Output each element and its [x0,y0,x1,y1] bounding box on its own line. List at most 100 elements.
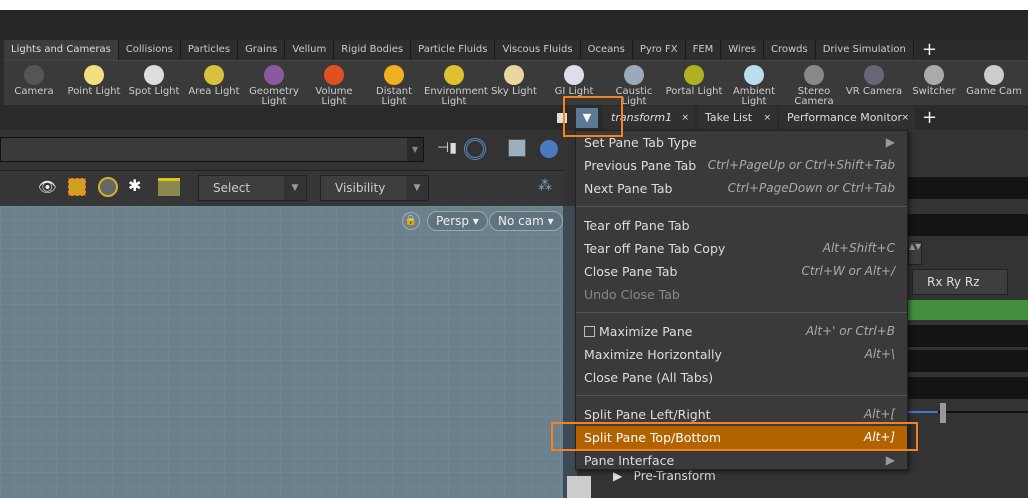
menu-separator [576,206,907,207]
shelf-tab[interactable]: Oceans [580,40,633,60]
shelf-tab[interactable]: Viscous Fluids [495,40,581,60]
stepper[interactable]: ▲▼ [908,241,922,265]
camera-menu[interactable]: No cam ▾ [489,211,563,231]
close-icon[interactable]: × [763,106,771,130]
pin-icon[interactable]: ⊣▮ [437,140,457,158]
shelf-tab[interactable]: Pyro FX [632,40,686,60]
shelf-tool[interactable]: Area Light [184,61,244,97]
param-row [908,214,1028,236]
shelf-tab[interactable]: Lights and Cameras [4,40,119,60]
target-icon[interactable] [464,138,486,160]
menu-item: Undo Close Tab [576,283,907,306]
shelf-tool[interactable]: Portal Light [664,61,724,97]
shelf-tool[interactable]: Game Cam [964,61,1024,97]
shelf-tab[interactable]: Collisions [118,40,181,60]
shelf-tool[interactable]: Distant Light [364,61,424,107]
asterisk-cursor-icon[interactable]: ✱ [128,176,141,195]
shelf-tool[interactable]: Sky Light [484,61,544,97]
rotation-order-dropdown[interactable]: Rx Ry Rz [912,269,1008,295]
menu-item-label: Close Pane (All Tabs) [584,370,714,385]
shelf-tab[interactable]: Crowds [763,40,816,60]
tool-label: Area Light [188,86,240,97]
lock-icon[interactable]: 🔒 [402,212,420,230]
menu-item-label: Split Pane Left/Right [584,407,711,422]
tool-label: Camera [14,86,54,97]
menu-item[interactable]: Next Pane Tab Ctrl+PageDown or Ctrl+Tab [576,177,907,200]
menu-item[interactable]: Previous Pane Tab Ctrl+PageUp or Ctrl+Shi… [576,154,907,177]
shelf-tab[interactable]: Vellum [285,40,335,60]
chevron-down-icon: ▼ [406,176,428,200]
tool-label: Volume Light [315,86,353,107]
menu-item-shortcut: Alt+\ [864,347,895,361]
select-box-icon[interactable] [68,178,86,196]
menu-item[interactable]: Set Pane Tab Type ▶ [576,131,907,154]
menu-bar [0,10,1028,40]
snap-icon[interactable] [98,177,118,197]
menu-item[interactable]: Close Pane (All Tabs) [576,366,907,389]
shelf-tool[interactable]: Camera [4,61,64,97]
tool-icon [804,65,824,85]
shelf-tool[interactable]: Spot Light [124,61,184,97]
shelf-tab[interactable]: Particle Fluids [411,40,496,60]
persp-menu[interactable]: Persp ▾ [427,211,488,231]
checkbox[interactable] [584,326,595,337]
menu-item[interactable]: Maximize Pane Alt+' or Ctrl+B [576,320,907,343]
slider-track[interactable] [908,411,1028,413]
close-icon[interactable]: × [901,106,909,130]
shelf-tool[interactable]: Environment Light [424,61,488,107]
pane-tab-performance-monitor[interactable]: Performance Monitor × [779,106,915,130]
shelf-tab[interactable]: Wires [721,40,764,60]
shelf-tab[interactable]: Drive Simulation [815,40,914,60]
param-row [908,325,1028,347]
add-pane-tab-button[interactable]: + [922,106,937,130]
menu-item-shortcut: ▶ [885,453,895,467]
menu-item[interactable]: Tear off Pane Tab [576,214,907,237]
add-shelf-tab-button[interactable]: + [914,40,945,60]
shelf-tab[interactable]: Rigid Bodies [334,40,412,60]
shelf-tab[interactable]: Grains [238,40,286,60]
eye-cursor-icon[interactable]: 👁 [38,178,57,196]
pane-tab-take-list[interactable]: Take List × [697,106,777,130]
shading-icon[interactable] [540,140,558,158]
tool-label: Portal Light [665,86,723,97]
cube-icon[interactable] [508,139,526,157]
tool-icon [864,65,884,85]
shelf-tool[interactable]: Stereo Camera [784,61,844,107]
shelf-tools: Camera Point Light Spot Light Area Light Geo… [4,60,1028,107]
shelf-tool[interactable]: GI Light [544,61,604,97]
tool-label: Game Cam [966,86,1022,97]
menu-item-label: Undo Close Tab [584,287,680,302]
shelf-tool[interactable]: Switcher [904,61,964,97]
shelf-tab[interactable]: Particles [180,40,239,60]
shelf-tool[interactable]: Geometry Light [244,61,304,107]
visibility-dropdown[interactable]: Visibility ▼ [320,175,429,201]
tab-label: Take List [705,111,753,124]
shelf-tab[interactable]: FEM [685,40,722,60]
slider-handle[interactable] [940,403,946,423]
tool-icon [984,65,1004,85]
rot-order-label: Rx Ry Rz [927,275,980,289]
path-field[interactable]: ▼ [0,137,424,162]
shelf-tool[interactable]: Ambient Light [724,61,784,107]
shelf-tool[interactable]: Volume Light [304,61,364,107]
chevron-down-icon[interactable]: ▼ [407,138,423,161]
tool-label: Distant Light [376,86,412,107]
pane-tab-context-menu: Set Pane Tab Type ▶ Previous Pane Tab Ctrl+… [575,130,908,470]
menu-item-label: Tear off Pane Tab Copy [584,241,726,256]
tool-label: Point Light [67,86,121,97]
menu-item[interactable]: Close Pane Tab Ctrl+W or Alt+/ [576,260,907,283]
menu-item-label: Pane Interface [584,453,675,468]
menu-item[interactable]: Maximize Horizontally Alt+\ [576,343,907,366]
select-dropdown[interactable]: Select ▼ [198,175,307,201]
crown-icon[interactable] [158,178,180,196]
shelf-tool[interactable]: Point Light [64,61,124,97]
close-icon[interactable]: × [681,106,689,130]
menu-item[interactable]: Pane Interface ▶ [576,449,907,472]
menu-item[interactable]: Tear off Pane Tab Copy Alt+Shift+C [576,237,907,260]
3d-viewport[interactable] [0,206,563,498]
tab-label: Performance Monitor [787,111,903,124]
tool-icon [504,65,524,85]
users-icon[interactable]: ⁂ [538,178,552,194]
tool-icon [744,65,764,85]
shelf-tool[interactable]: VR Camera [844,61,904,97]
